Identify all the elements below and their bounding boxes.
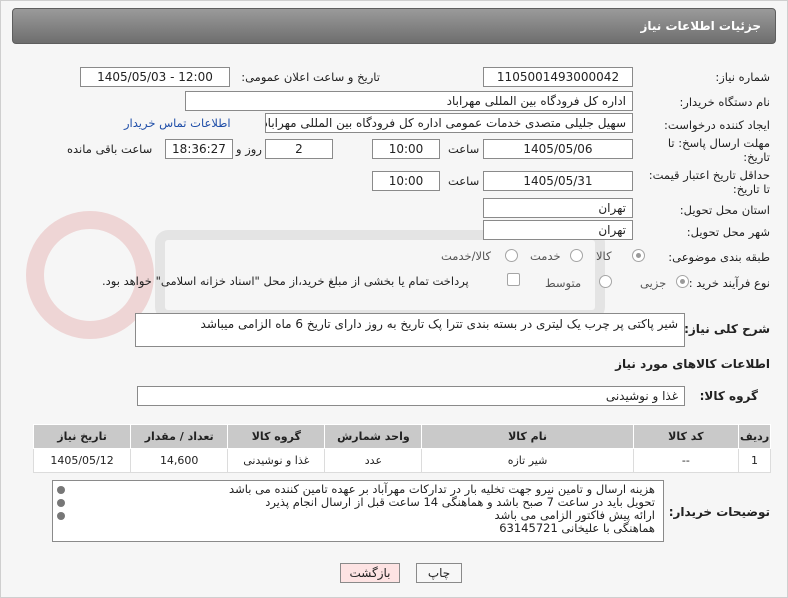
cell-group: غذا و نوشیدنی [227,448,326,473]
description-label: شرح کلی نیاز: [684,322,770,336]
deadline-date-field[interactable]: 1405/05/06 [483,139,633,159]
province-label: استان محل تحویل: [679,203,770,217]
scroll-thumb-dot-icon[interactable] [57,499,65,507]
goods-group-label: گروه کالا: [699,389,758,403]
cell-quantity: 14,600 [130,448,229,473]
col-header-unit: واحد شمارش [324,424,423,449]
validity-time-field[interactable]: 10:00 [372,171,440,191]
creator-label: ایجاد کننده درخواست: [664,118,770,132]
description-field[interactable]: شیر پاکتی پر چرب یک لیتری در بسته بندی ت… [135,313,685,347]
announce-date-label: تاریخ و ساعت اعلان عمومی: [241,70,380,84]
days-label: روز و [236,142,262,156]
scroll-up-dot-icon[interactable] [57,486,65,494]
cell-row-number: 1 [738,448,771,473]
back-button[interactable]: بازگشت [340,563,400,583]
process-option-medium: متوسط [545,276,582,290]
province-field[interactable]: تهران [483,198,633,218]
scroll-down-dot-icon[interactable] [57,512,65,520]
cell-item-code: -- [632,448,740,473]
announce-date-field[interactable]: 1405/05/03 - 12:00 [80,67,230,87]
col-header-quantity: تعداد / مقدار [130,424,229,449]
col-header-group: گروه کالا [227,424,326,449]
notes-scrollbar[interactable] [54,482,68,540]
category-radio-service[interactable] [570,249,583,262]
goods-group-field[interactable]: غذا و نوشیدنی [137,386,685,406]
col-header-row-number: ردیف [738,424,771,449]
deadline-time-label: ساعت [448,142,480,156]
treasury-payment-note: پرداخت تمام یا بخشی از مبلغ خرید،از محل … [102,274,469,288]
cell-unit: عدد [324,448,423,473]
category-option-goods: کالا [596,249,612,263]
col-header-item-code: کد کالا [632,424,740,449]
deadline-time-field[interactable]: 10:00 [372,139,440,159]
cell-item-name: شیر تازه [421,448,634,473]
remaining-days-field[interactable]: 2 [265,139,333,159]
validity-label-2: تا تاریخ: [732,182,770,196]
col-header-need-date: تاریخ نیاز [32,424,132,449]
process-option-minor: جزیی [640,276,667,290]
table-row[interactable]: 1 -- شیر تازه عدد غذا و نوشیدنی 14,600 1… [32,448,771,473]
treasury-payment-checkbox[interactable] [507,273,520,286]
need-number-label: شماره نیاز: [715,70,770,84]
city-field[interactable]: تهران [483,220,633,240]
header-bar: جزئیات اطلاعات نیاز [12,8,776,44]
page-title: جزئیات اطلاعات نیاز [640,19,761,33]
category-option-goods-service: کالا/خدمت [441,249,492,263]
category-radio-goods-service[interactable] [505,249,518,262]
process-radio-medium[interactable] [599,275,612,288]
remaining-time-field[interactable]: 18:36:27 [165,139,233,159]
validity-date-field[interactable]: 1405/05/31 [483,171,633,191]
validity-time-label: ساعت [448,174,480,188]
items-table: ردیف کد کالا نام کالا واحد شمارش گروه کا… [32,424,771,473]
creator-field[interactable]: سهیل جلیلی متصدی خدمات عمومی اداره کل فر… [265,113,633,133]
category-label: طبقه بندی موضوعی: [668,250,770,264]
table-header-row: ردیف کد کالا نام کالا واحد شمارش گروه کا… [32,424,771,449]
buyer-contact-link[interactable]: اطلاعات تماس خریدار [124,116,231,130]
cell-need-date: 1405/05/12 [32,448,132,473]
buyer-org-field[interactable]: اداره کل فرودگاه بین المللی مهراباد [185,91,633,111]
process-radio-minor[interactable] [676,275,689,288]
deadline-label-2: تاریخ: [743,150,770,164]
deadline-label: مهلت ارسال پاسخ: تا [667,136,770,150]
goods-section-title: اطلاعات کالاهای مورد نیاز [615,357,770,371]
need-number-field[interactable]: 1105001493000042 [483,67,633,87]
remaining-label: ساعت باقی مانده [67,142,153,156]
print-button[interactable]: چاپ [416,563,462,583]
col-header-item-name: نام کالا [421,424,634,449]
notes-line: هماهنگی با علیخانی 63145721 [499,521,655,535]
city-label: شهر محل تحویل: [686,225,770,239]
buyer-notes-field[interactable]: هزینه ارسال و تامین نیرو جهت تخلیه بار د… [52,480,664,542]
category-option-service: خدمت [530,249,561,263]
process-label: نوع فرآیند خرید : [688,276,770,290]
buyer-org-label: نام دستگاه خریدار: [679,95,770,109]
category-radio-goods[interactable] [632,249,645,262]
validity-label: حداقل تاریخ اعتبار قیمت: [648,168,770,182]
buyer-notes-label: توضیحات خریدار: [668,505,770,519]
